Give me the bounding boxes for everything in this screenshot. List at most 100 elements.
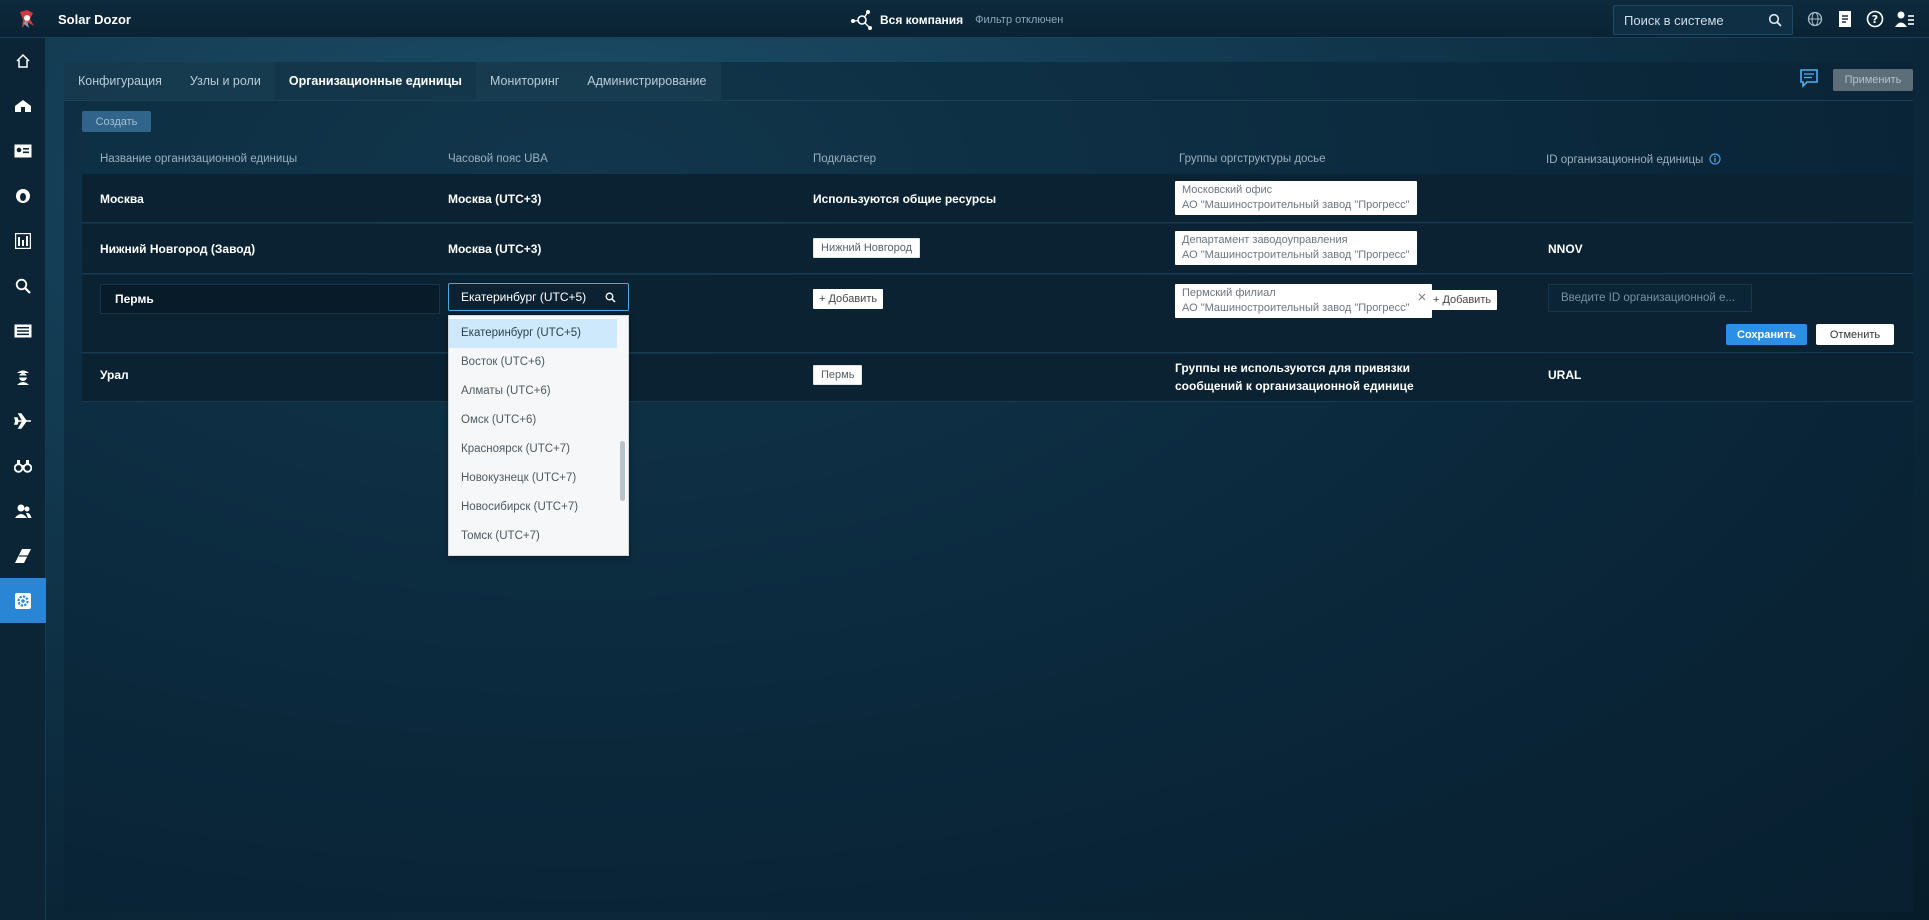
tab-divider: [64, 100, 1913, 101]
plane-icon: [14, 412, 31, 429]
apply-button[interactable]: Применить: [1833, 69, 1913, 91]
sidebar-item-dossier[interactable]: [0, 128, 46, 173]
sidebar-item-list[interactable]: [0, 308, 46, 353]
org-unit-name-input[interactable]: [100, 284, 440, 314]
sidebar-item-reports[interactable]: [0, 218, 46, 263]
bug-icon: [16, 188, 30, 203]
table-row[interactable]: Нижний Новгород (Завод) Москва (UTC+3) Н…: [82, 224, 1913, 274]
row-timezone: Москва (UTC+3): [448, 242, 542, 256]
tab-bar: Конфигурация Узлы и роли Организационные…: [64, 62, 721, 100]
top-bar: Solar Dozor Вся компания Фильтр отключен: [0, 0, 1929, 38]
row-name: Нижний Новгород (Завод): [100, 242, 256, 256]
search-icon[interactable]: [1768, 13, 1782, 27]
tab-nodes-roles[interactable]: Узлы и роли: [175, 62, 275, 100]
sidebar-item-threats[interactable]: [0, 173, 46, 218]
sidebar-item-settings[interactable]: [0, 578, 46, 623]
timezone-option[interactable]: Алматы (UTC+6): [449, 377, 617, 406]
sidebar-item-travel[interactable]: [0, 398, 46, 443]
row-subcluster: Используются общие ресурсы: [813, 192, 997, 206]
add-group-button[interactable]: + Добавить: [1427, 290, 1498, 310]
row-id: URAL: [1548, 368, 1582, 382]
filter-status: Фильтр отключен: [975, 14, 1064, 26]
create-button[interactable]: Создать: [82, 111, 151, 132]
group-tag-line1: Московский офис: [1182, 184, 1273, 196]
users-icon: [15, 504, 32, 518]
sidebar-item-agents[interactable]: [0, 353, 46, 398]
table-row[interactable]: Урал Пермь Группы не используются для пр…: [82, 354, 1913, 402]
close-icon[interactable]: [1418, 293, 1426, 301]
dropdown-scrollbar[interactable]: [620, 441, 625, 501]
org-unit-id-input[interactable]: [1548, 284, 1752, 312]
tab-configuration[interactable]: Конфигурация: [64, 62, 176, 100]
global-search[interactable]: [1613, 5, 1793, 35]
org-structure-icon: [851, 10, 872, 30]
column-header-name: Название организационной единицы: [100, 153, 298, 165]
group-tag-line2: АО "Машиностроительный завод "Прогресс": [1182, 199, 1410, 211]
settings-icon: [15, 592, 31, 609]
reports-icon: [15, 232, 31, 249]
subcluster-chip: Нижний Новгород: [813, 238, 921, 258]
table-row[interactable]: Москва Москва (UTC+3) Используются общие…: [82, 174, 1913, 223]
solar-dozor-logo-icon[interactable]: [16, 8, 38, 30]
document-icon[interactable]: [1835, 9, 1855, 29]
sidebar: [0, 38, 46, 920]
company-selector[interactable]: Вся компания Фильтр отключен: [848, 8, 1063, 32]
dashboard-icon: [15, 99, 31, 112]
group-tag-line1: Департамент заводоуправления: [1182, 234, 1348, 246]
column-header-timezone: Часовой пояс UBA: [448, 153, 548, 165]
search-icon: [605, 292, 616, 303]
column-header-groups: Группы оргструктуры досье: [1179, 153, 1326, 165]
group-tag: Пермский филиал АО "Машиностроительный з…: [1175, 284, 1432, 318]
timezone-option[interactable]: Новокузнецк (UTC+7): [449, 464, 617, 493]
tab-org-units[interactable]: Организационные единицы: [274, 62, 476, 100]
add-subcluster-button[interactable]: + Добавить: [813, 289, 884, 309]
group-tag-line1: Пермский филиал: [1182, 287, 1276, 299]
timezone-select-value: Екатеринбург (UTC+5): [461, 290, 587, 304]
sidebar-item-dashboard[interactable]: [0, 83, 46, 128]
row-name: Москва: [100, 192, 144, 206]
cancel-button[interactable]: Отменить: [1816, 324, 1894, 345]
group-tag-line2: АО "Машиностроительный завод "Прогресс": [1182, 249, 1410, 261]
tab-monitoring[interactable]: Мониторинг: [475, 62, 574, 100]
global-search-input[interactable]: [1624, 12, 1764, 28]
profile-card-icon: [14, 144, 32, 157]
sidebar-item-home[interactable]: [0, 38, 46, 83]
user-menu-icon[interactable]: [1895, 9, 1915, 29]
table-row-editing: Екатеринбург (UTC+5) + Добавить Пермский…: [82, 275, 1913, 353]
tab-administration[interactable]: Администрирование: [573, 62, 721, 100]
group-tag-line2: АО "Машиностроительный завод "Прогресс": [1182, 302, 1410, 314]
timezone-option[interactable]: Красноярск (UTC+7): [449, 435, 617, 464]
sidebar-item-users[interactable]: [0, 488, 46, 533]
comment-icon[interactable]: [1799, 68, 1819, 88]
groups-note: Группы не используются для привязки сооб…: [1175, 361, 1414, 393]
timezone-select[interactable]: Екатеринбург (UTC+5): [448, 283, 629, 311]
list-icon: [14, 324, 32, 337]
binoculars-icon: [14, 459, 32, 473]
info-icon[interactable]: [1709, 153, 1721, 165]
row-name: Урал: [100, 368, 129, 382]
timezone-option[interactable]: Омск (UTC+6): [449, 406, 617, 435]
svg-text:?: ?: [1872, 13, 1878, 26]
row-id: NNOV: [1548, 242, 1583, 256]
timezone-option[interactable]: Новосибирск (UTC+7): [449, 493, 617, 522]
timezone-option[interactable]: Восток (UTC+6): [449, 348, 617, 377]
row-timezone: Москва (UTC+3): [448, 192, 542, 206]
sidebar-item-cleanup[interactable]: [0, 533, 46, 578]
company-name: Вся компания: [880, 13, 964, 27]
agent-icon: [17, 370, 29, 385]
app-title: Solar Dozor: [58, 12, 131, 27]
sidebar-item-search[interactable]: [0, 263, 46, 308]
sidebar-item-monitoring[interactable]: [0, 443, 46, 488]
subcluster-chip: Пермь: [813, 365, 863, 385]
timezone-option[interactable]: Екатеринбург (UTC+5): [449, 319, 617, 348]
timezone-option[interactable]: Томск (UTC+7): [449, 522, 617, 551]
column-header-id-label: ID организационной единицы: [1546, 154, 1704, 166]
main-panel: Конфигурация Узлы и роли Организационные…: [64, 62, 1913, 912]
help-icon[interactable]: ?: [1865, 9, 1885, 29]
group-tag: Московский офис АО "Машиностроительный з…: [1175, 181, 1417, 215]
eraser-icon: [15, 548, 31, 563]
timezone-dropdown: Екатеринбург (UTC+5) Восток (UTC+6) Алма…: [448, 315, 629, 556]
group-tag: Департамент заводоуправления АО "Машинос…: [1175, 231, 1417, 265]
globe-icon[interactable]: [1805, 9, 1825, 29]
save-button[interactable]: Сохранить: [1726, 324, 1807, 345]
